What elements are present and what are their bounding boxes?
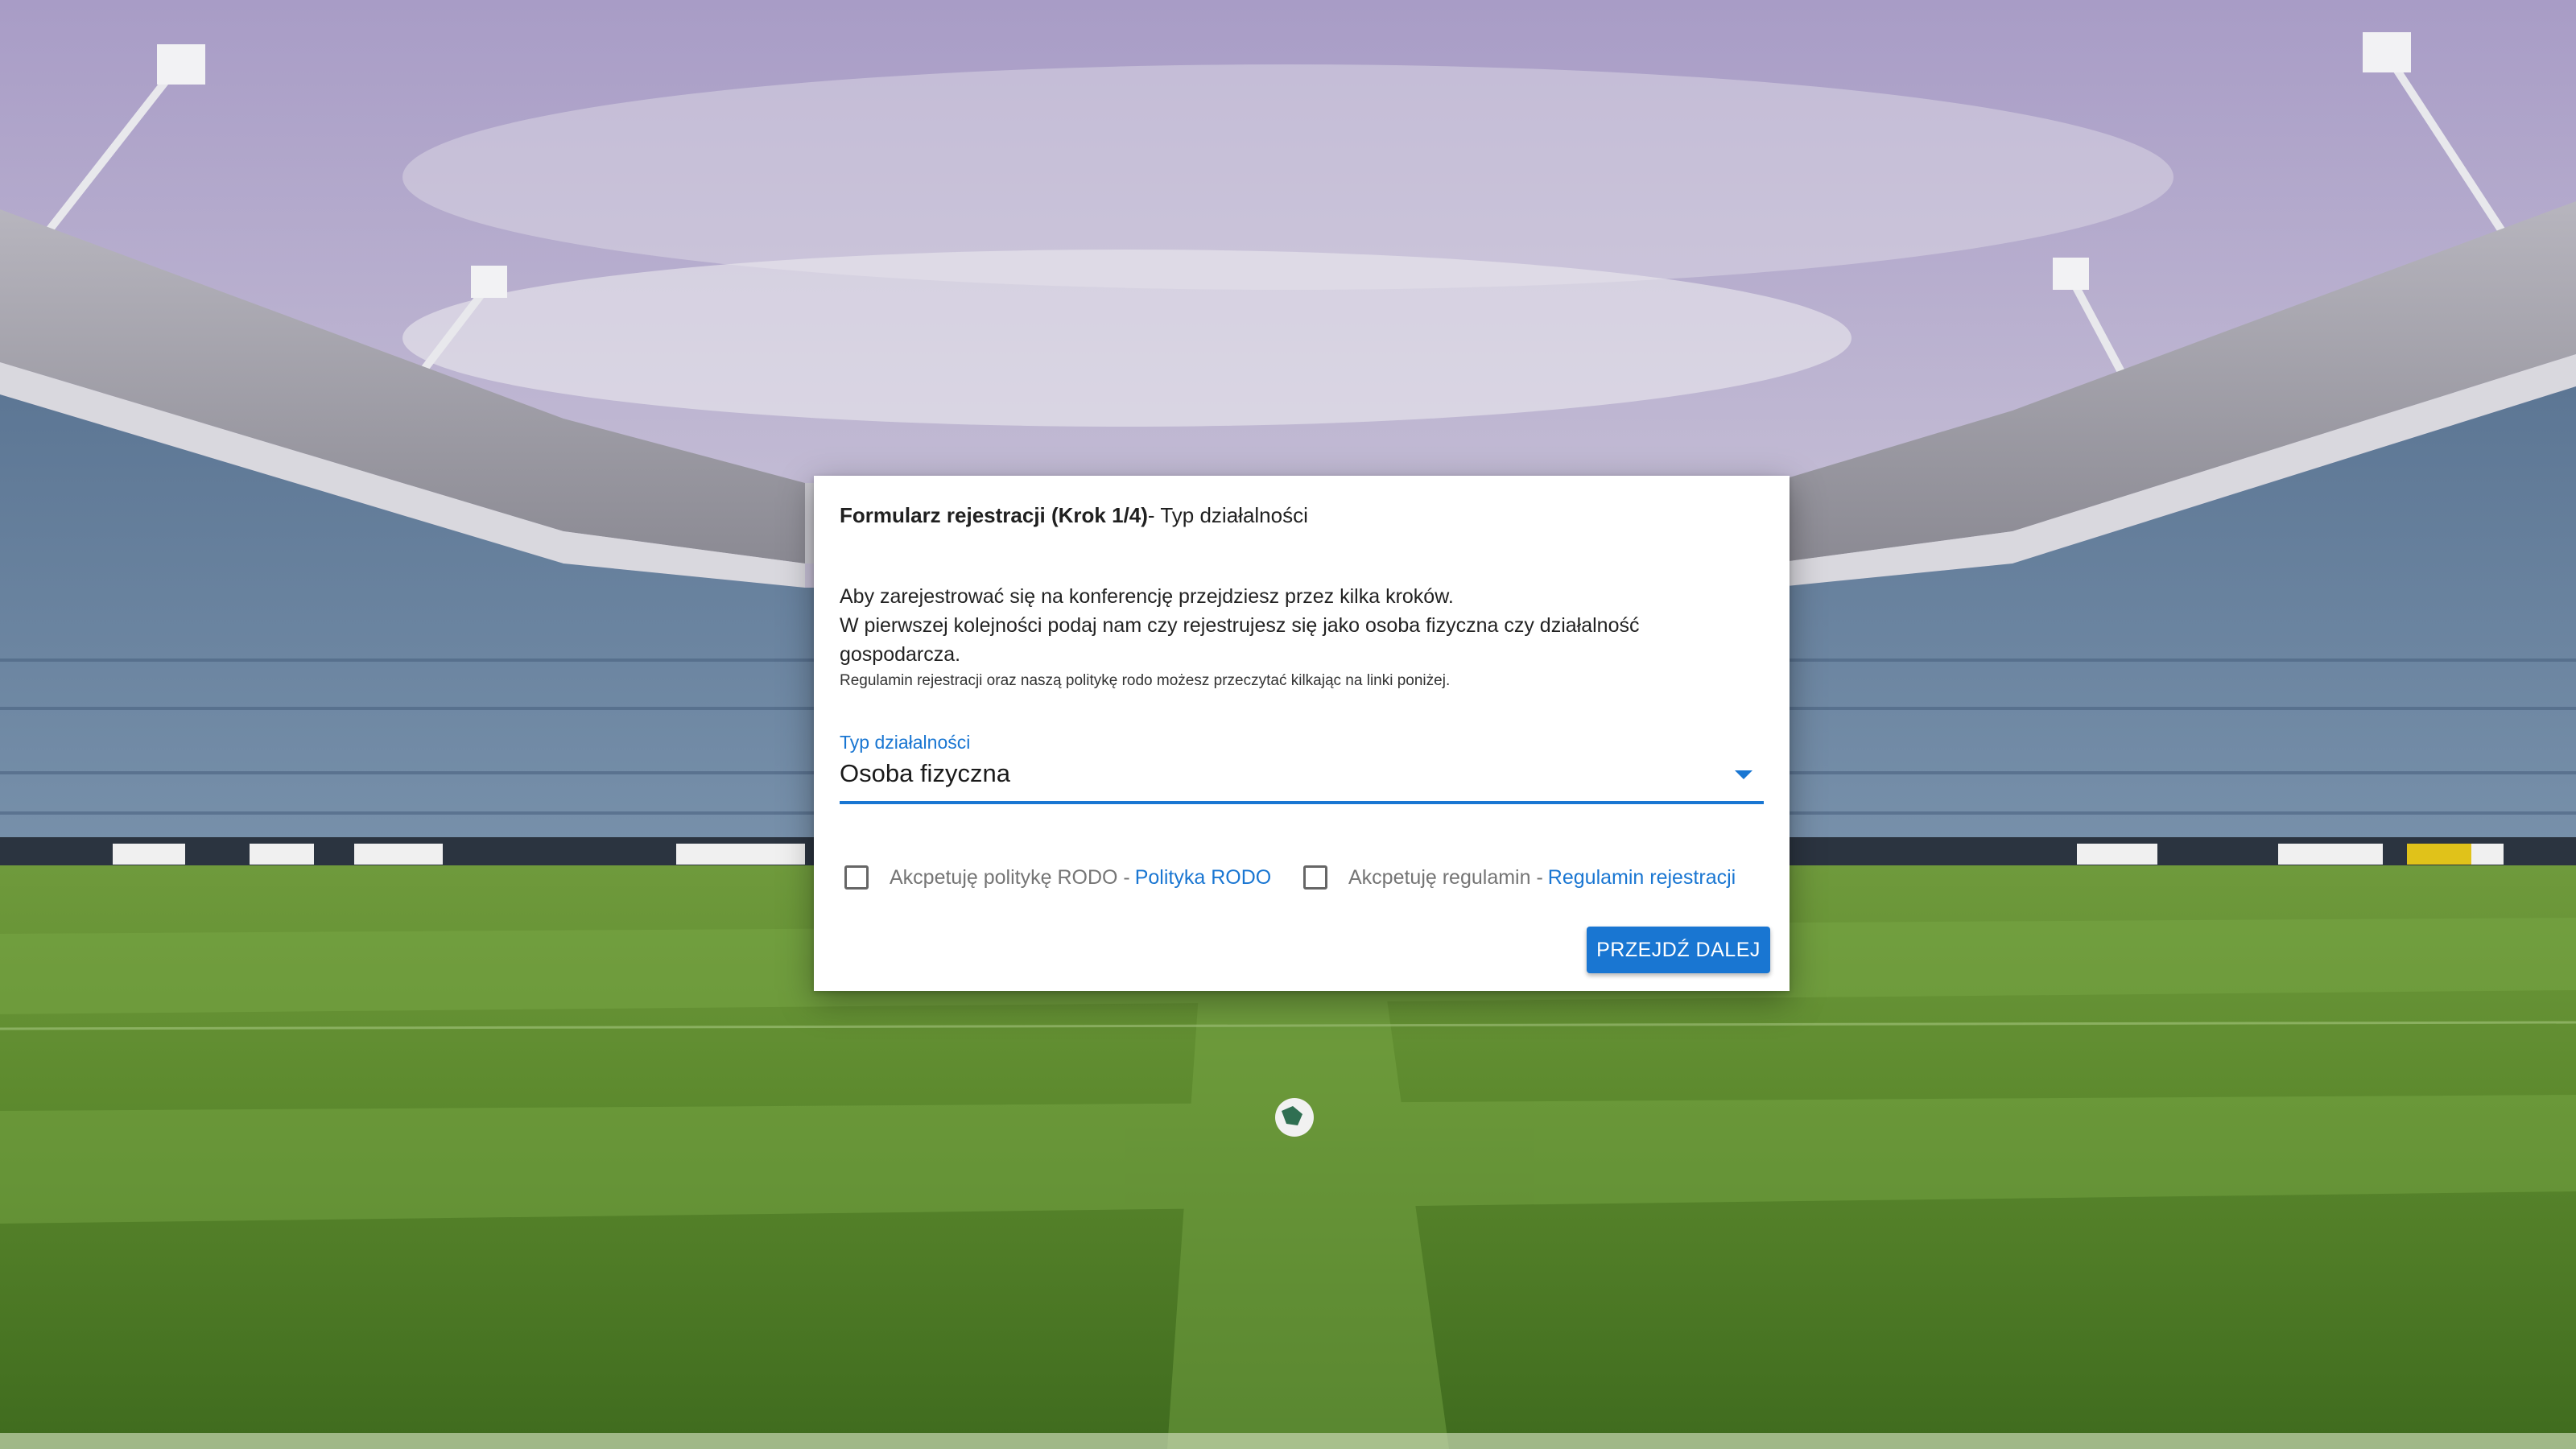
activity-type-select[interactable]: Typ działalności Osoba fizyczna xyxy=(840,732,1764,806)
terms-link[interactable]: Regulamin rejestracji xyxy=(1548,866,1736,890)
terms-checkbox[interactable] xyxy=(1303,865,1327,890)
rodo-checkbox[interactable] xyxy=(844,865,869,890)
select-underline xyxy=(840,801,1764,804)
dialog-title: Formularz rejestracji (Krok 1/4)- Typ dz… xyxy=(840,502,1308,529)
intro-line-2: W pierwszej kolejności podaj nam czy rej… xyxy=(840,614,1640,666)
dialog-title-bold: Formularz rejestracji (Krok 1/4) xyxy=(840,503,1148,527)
rodo-consent: Akcpetuję politykę RODO - Polityka RODO xyxy=(840,865,1271,890)
rodo-policy-link[interactable]: Polityka RODO xyxy=(1135,866,1271,890)
rodo-checkbox-label: Akcpetuję politykę RODO - xyxy=(890,865,1130,889)
terms-note: Regulamin rejestracji oraz naszą polityk… xyxy=(840,672,1451,689)
terms-checkbox-label: Akcpetuję regulamin - xyxy=(1348,865,1543,889)
caret-down-icon[interactable] xyxy=(1735,770,1752,779)
intro-text: Aby zarejestrować się na konferencję prz… xyxy=(840,582,1741,669)
next-step-button[interactable]: PRZEJDŹ DALEJ xyxy=(1587,927,1770,973)
intro-line-1: Aby zarejestrować się na konferencję prz… xyxy=(840,585,1454,608)
registration-dialog: Formularz rejestracji (Krok 1/4)- Typ dz… xyxy=(814,476,1790,991)
terms-consent: Akcpetuję regulamin - Regulamin rejestra… xyxy=(1298,865,1736,890)
activity-type-value[interactable]: Osoba fizyczna xyxy=(840,759,1010,788)
activity-type-label: Typ działalności xyxy=(840,732,971,753)
dialog-title-step: - Typ działalności xyxy=(1147,503,1308,527)
